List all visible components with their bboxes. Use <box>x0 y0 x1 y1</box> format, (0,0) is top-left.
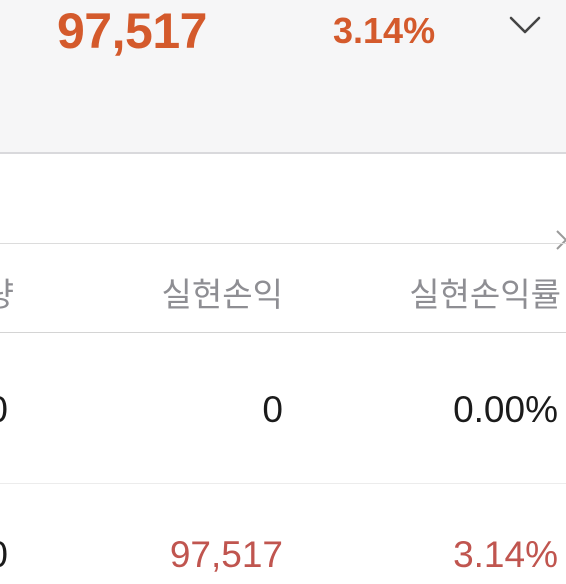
table-row[interactable]: 0 0 0.00% <box>0 333 566 484</box>
table-row[interactable]: 0 97,517 3.14% <box>0 484 566 584</box>
header-realized-pnl: 실현손익 <box>161 276 283 313</box>
cell-realized-pnl: 97,517 <box>169 534 283 575</box>
cell-partial: 0 <box>0 389 8 431</box>
summary-realized-rate: 3.14% <box>333 10 436 51</box>
chevron-down-icon[interactable] <box>505 8 545 38</box>
cell-realized-rate: 3.14% <box>453 534 558 575</box>
header-realized-rate: 실현손익률 <box>409 276 561 313</box>
cell-realized-rate: 0.00% <box>453 389 558 430</box>
header-partial: 량 <box>0 268 14 316</box>
table-header-row: 량 실현손익 실현손익률 <box>0 244 566 333</box>
summary-realized-pnl: 97,517 <box>57 3 207 59</box>
realized-summary-panel[interactable]: 97,517 3.14% <box>0 0 566 154</box>
cell-realized-pnl: 0 <box>262 389 283 430</box>
cell-partial: 0 <box>0 534 8 576</box>
